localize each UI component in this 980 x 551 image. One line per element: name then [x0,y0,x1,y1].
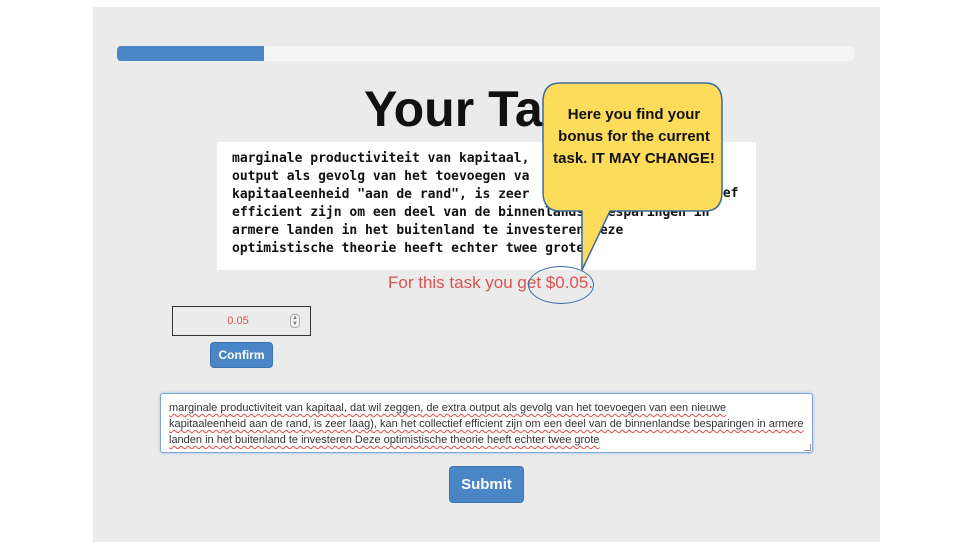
bonus-prefix: For this task you get [388,273,546,292]
bonus-highlight-oval [528,266,594,304]
spinner-arrows-icon[interactable]: ▲ ▼ [290,314,300,328]
callout-text: Here you find your bonus for the current… [553,106,715,167]
answer-text: marginale productiviteit van kapitaal, d… [169,402,804,446]
bonus-number-input[interactable]: 0.05 ▲ ▼ [172,306,311,336]
answer-textarea[interactable]: marginale productiviteit van kapitaal, d… [160,393,813,453]
bonus-input-value: 0.05 [227,315,249,327]
resize-handle-icon[interactable] [804,444,811,451]
submit-button[interactable]: Submit [449,466,524,503]
confirm-button[interactable]: Confirm [210,342,273,368]
progress-fill [117,46,265,61]
progress-bar [117,46,854,61]
